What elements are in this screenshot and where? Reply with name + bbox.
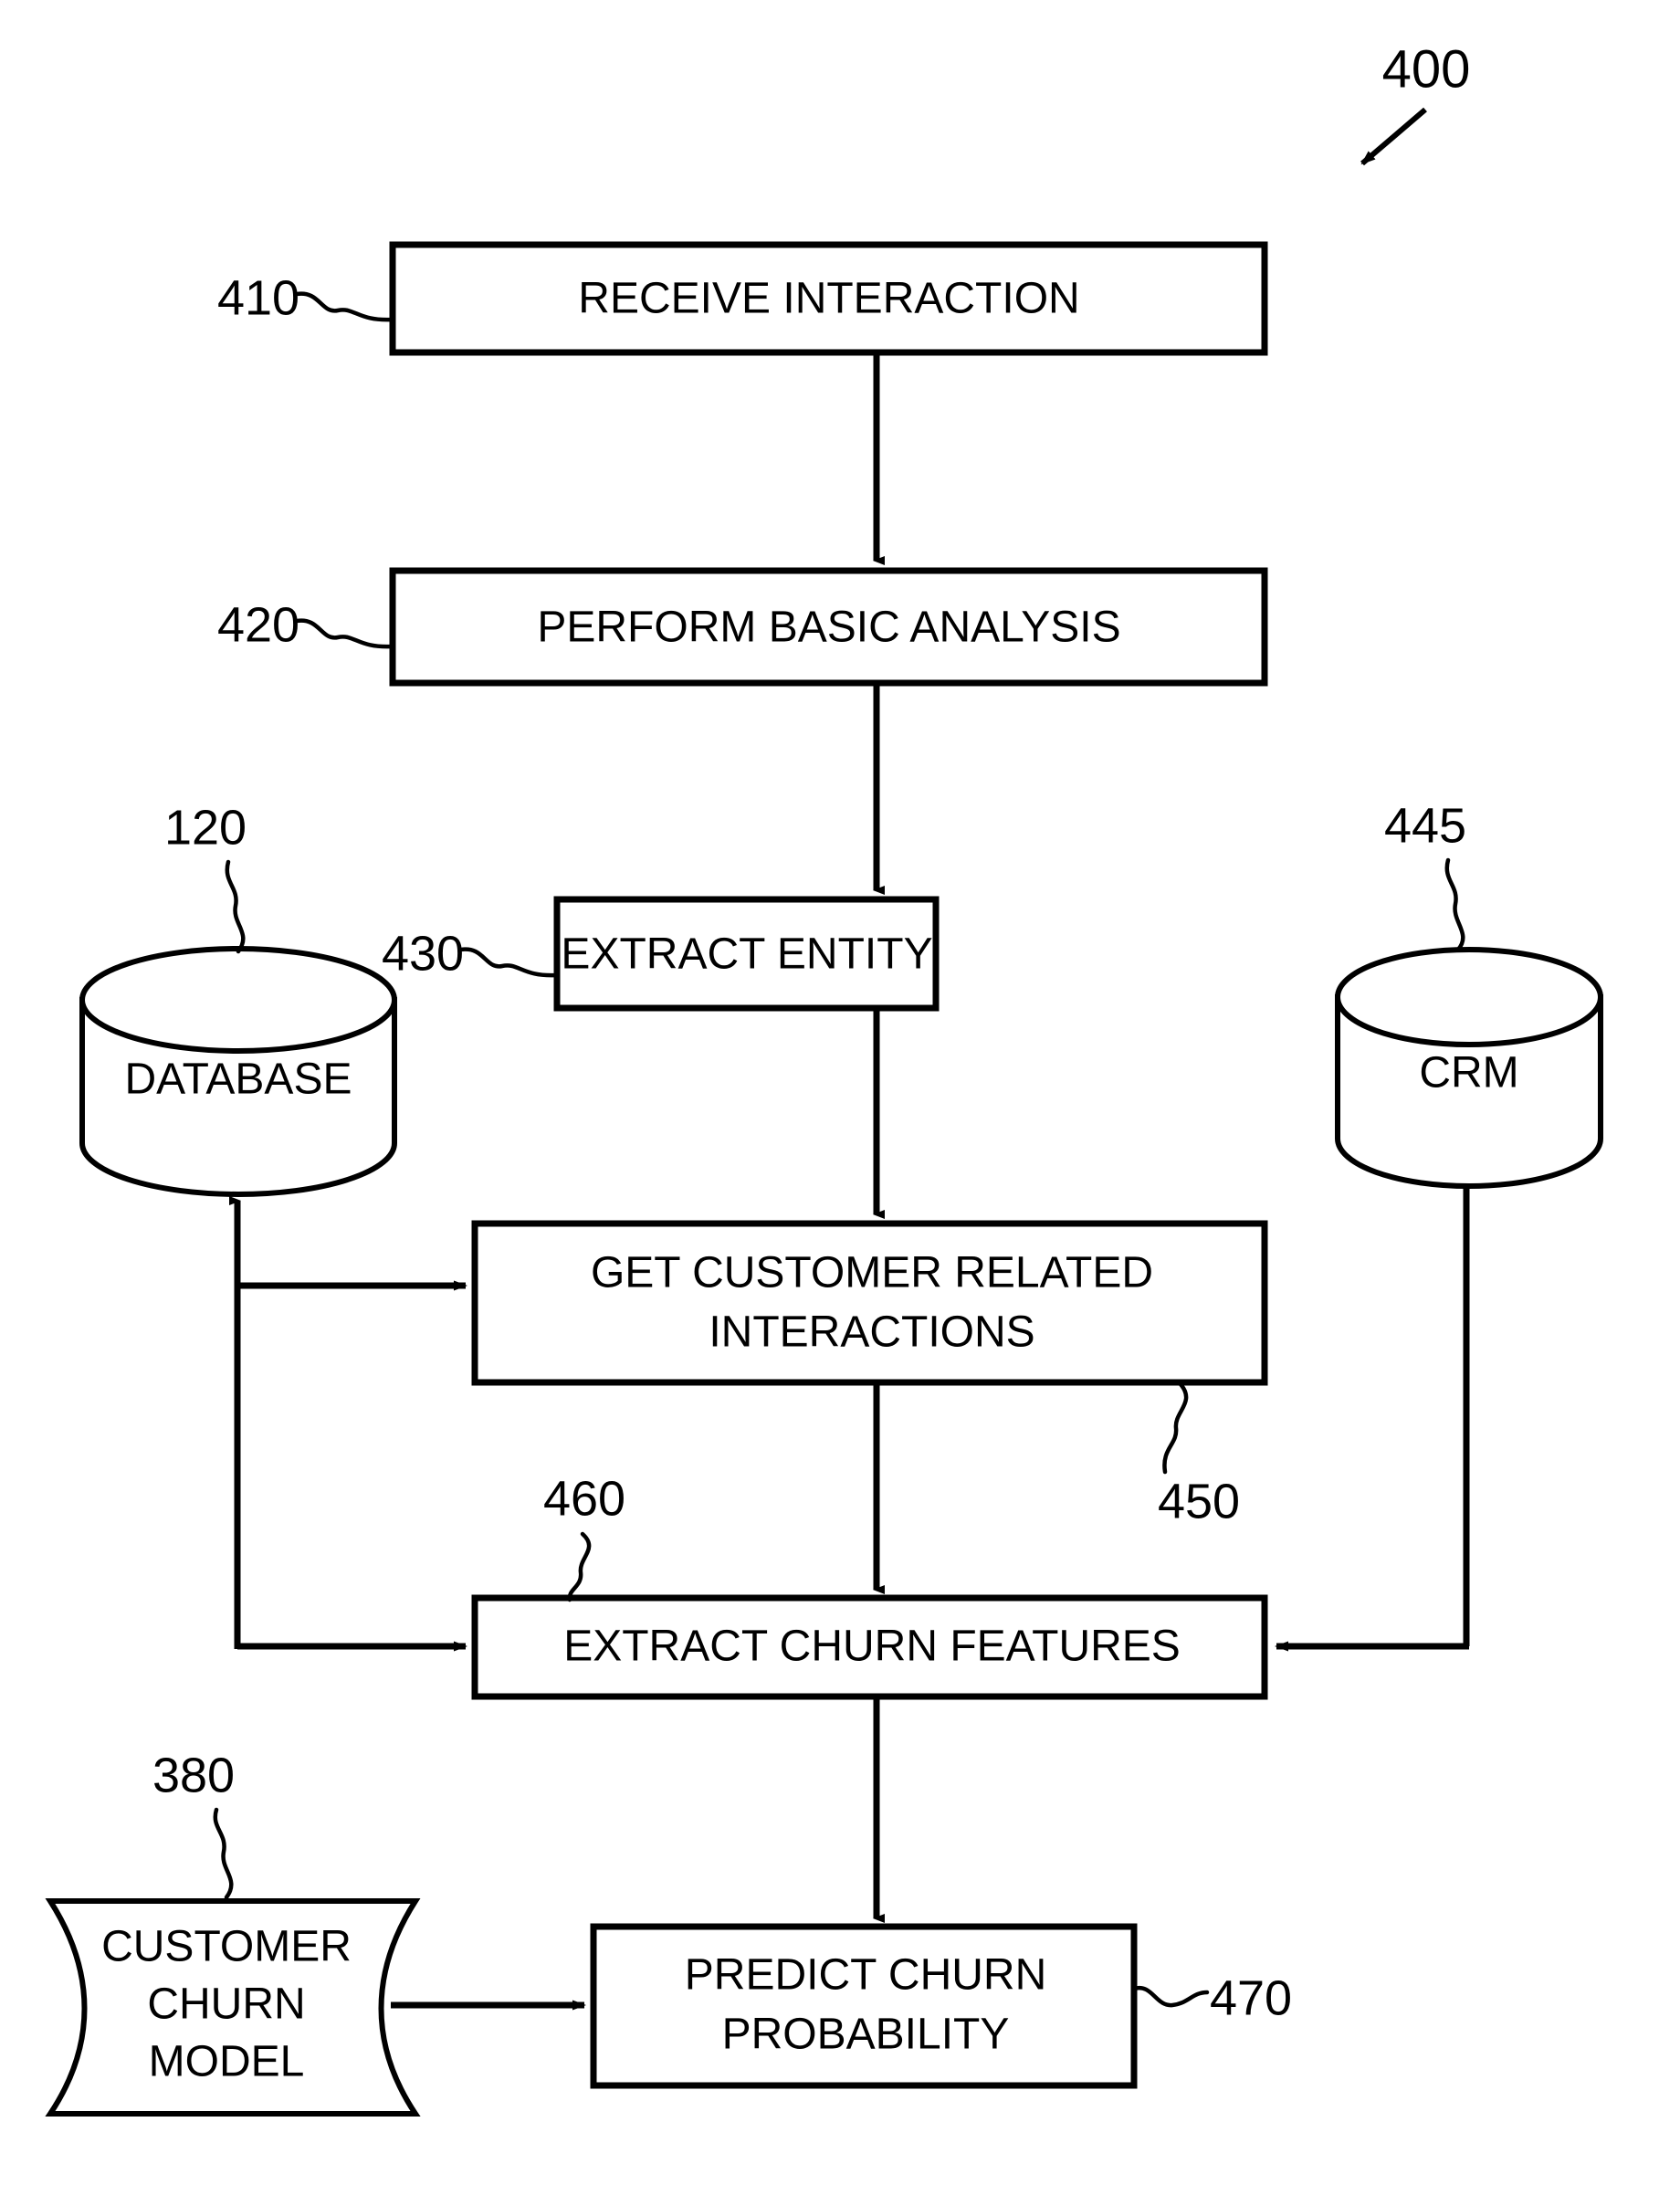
data-store-crm[interactable]: CRM 445	[1335, 798, 1603, 1189]
flowchart-canvas: 400 RECEIVE INTERACTION 410 PERFORM BASI…	[45, 39, 1603, 2117]
customer-churn-model-label-line1: CUSTOMER	[101, 1923, 352, 1971]
ref-number-380: 380	[152, 1748, 235, 1802]
leader-line-445	[1444, 857, 1465, 952]
customer-churn-model-label-line3: MODEL	[149, 2038, 305, 2086]
figure-number-group: 400	[1360, 39, 1471, 166]
process-box-450-shape[interactable]	[471, 1220, 1268, 1386]
leader-line-410	[294, 291, 395, 322]
figure-pointer-arrow-icon	[1360, 107, 1427, 166]
process-box-460-label: EXTRACT CHURN FEATURES	[563, 1623, 1181, 1671]
leader-line-120	[225, 859, 246, 954]
crm-cylinder-top	[1335, 947, 1603, 1047]
process-box-420[interactable]: PERFORM BASIC ANALYSIS 420	[217, 567, 1268, 687]
data-store-customer-churn-model[interactable]: CUSTOMER CHURN MODEL 380	[45, 1748, 421, 2117]
customer-churn-model-label-line2: CHURN	[147, 1980, 305, 2029]
leader-line-470	[1131, 1985, 1210, 2008]
figure-number: 400	[1382, 39, 1471, 99]
process-box-450-label-line1: GET CUSTOMER RELATED	[591, 1249, 1153, 1297]
ref-number-445: 445	[1384, 798, 1466, 853]
data-store-database[interactable]: DATABASE 120	[79, 800, 397, 1197]
leader-line-430	[458, 947, 560, 978]
process-box-420-label: PERFORM BASIC ANALYSIS	[537, 604, 1120, 652]
process-box-430[interactable]: EXTRACT ENTITY 430	[382, 896, 940, 1012]
ref-number-470: 470	[1210, 1970, 1292, 2025]
ref-number-450: 450	[1158, 1474, 1240, 1528]
ref-number-120: 120	[164, 800, 247, 855]
process-box-470-label-line2: PROBABILITY	[722, 2011, 1010, 2059]
process-box-430-label: EXTRACT ENTITY	[561, 930, 932, 979]
database-label: DATABASE	[125, 1056, 352, 1104]
process-box-410[interactable]: RECEIVE INTERACTION 410	[217, 241, 1268, 356]
leader-line-420	[294, 618, 395, 649]
ref-number-410: 410	[217, 270, 299, 325]
ref-number-460: 460	[543, 1471, 625, 1526]
leader-line-380	[213, 1807, 234, 1900]
process-box-460[interactable]: EXTRACT CHURN FEATURES 460	[471, 1471, 1268, 1700]
ref-number-420: 420	[217, 597, 299, 652]
crm-label: CRM	[1419, 1049, 1518, 1098]
process-box-410-label: RECEIVE INTERACTION	[578, 275, 1079, 323]
database-cylinder-top	[79, 946, 397, 1054]
leader-line-450	[1162, 1381, 1189, 1475]
leader-line-460	[567, 1531, 592, 1602]
process-box-470-label-line1: PREDICT CHURN	[685, 1951, 1046, 2000]
patent-flowchart-figure: 400 RECEIVE INTERACTION 410 PERFORM BASI…	[0, 0, 1680, 2206]
process-box-470[interactable]: PREDICT CHURN PROBABILITY 470	[590, 1923, 1292, 2089]
ref-number-430: 430	[382, 926, 464, 981]
process-box-450-label-line2: INTERACTIONS	[709, 1308, 1034, 1357]
